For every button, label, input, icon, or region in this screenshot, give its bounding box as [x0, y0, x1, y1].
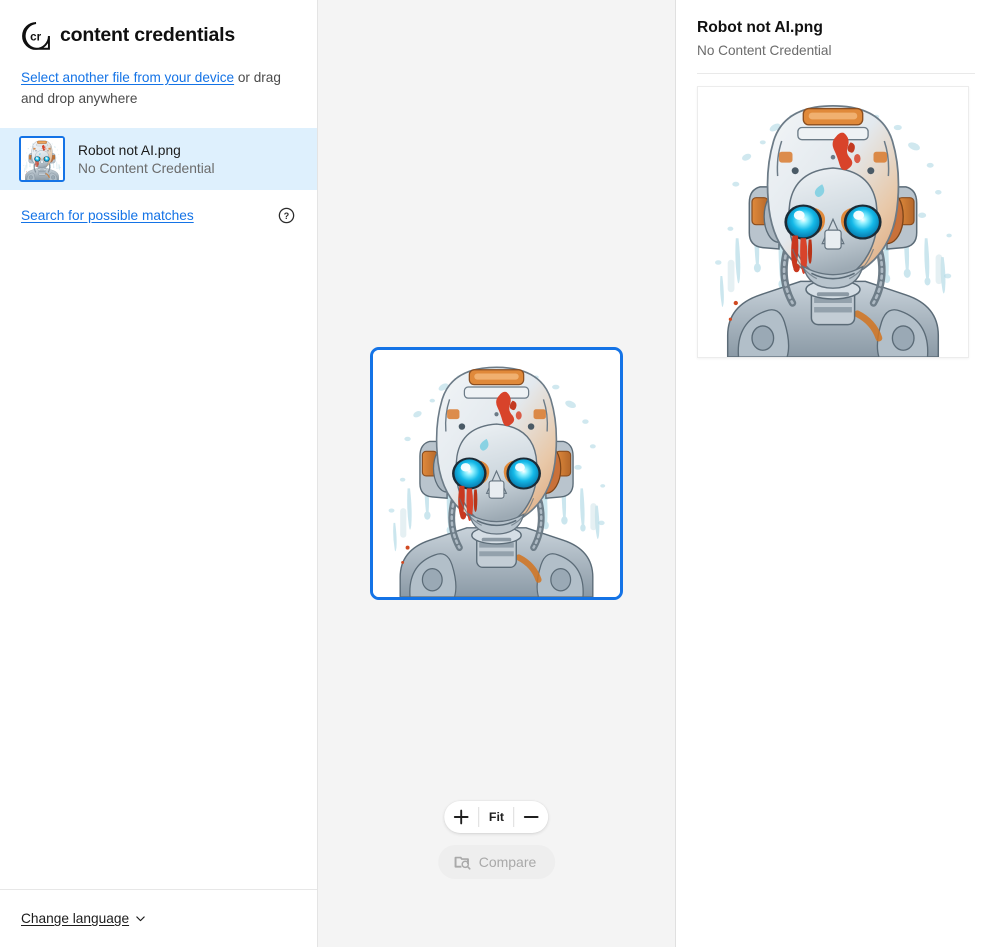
details-panel: Robot not AI.png No Content Credential: [676, 0, 995, 947]
minus-icon: [524, 816, 539, 818]
content-credentials-cr-icon: cr: [22, 22, 50, 50]
compare-button[interactable]: Compare: [437, 845, 556, 879]
zoom-fit-button[interactable]: Fit: [480, 801, 514, 833]
svg-text:?: ?: [284, 211, 289, 221]
zoom-control-pill: Fit: [444, 801, 549, 833]
robot-thumbnail-icon: [21, 138, 64, 181]
compare-label: Compare: [478, 854, 537, 870]
change-language-button[interactable]: Change language: [21, 911, 146, 926]
details-image[interactable]: [697, 86, 969, 358]
file-thumbnail[interactable]: [19, 136, 65, 182]
zoom-out-button[interactable]: [515, 801, 549, 833]
brand-title: content credentials: [60, 24, 235, 47]
zoom-in-button[interactable]: [445, 801, 479, 833]
search-matches-row: Search for possible matches ?: [0, 190, 317, 224]
image-viewer-canvas[interactable]: Fit Compare: [318, 0, 676, 947]
viewer-selected-image[interactable]: [370, 347, 623, 600]
file-name: Robot not AI.png: [78, 142, 181, 158]
change-language-label: Change language: [21, 911, 130, 926]
viewer-controls: Fit Compare: [437, 801, 556, 879]
image-search-icon: [454, 856, 471, 870]
select-file-link[interactable]: Select another file from your device: [21, 70, 234, 85]
details-divider: [697, 73, 975, 74]
svg-text:cr: cr: [30, 31, 41, 44]
robot-detail-image: [698, 87, 968, 357]
sidebar: cr content credentials Select another fi…: [0, 0, 318, 947]
search-possible-matches-link[interactable]: Search for possible matches: [21, 208, 194, 223]
sidebar-footer: Change language: [0, 889, 317, 947]
file-list-item[interactable]: Robot not AI.png No Content Credential: [0, 128, 317, 190]
plus-icon: [454, 809, 469, 825]
content-credentials-app: cr content credentials Select another fi…: [0, 0, 995, 947]
chevron-down-icon: [136, 916, 145, 922]
file-meta: Robot not AI.png No Content Credential: [78, 142, 215, 177]
brand-header: cr content credentials: [0, 0, 317, 54]
file-credential-status: No Content Credential: [78, 160, 215, 176]
details-credential-status: No Content Credential: [697, 43, 832, 58]
details-header: Robot not AI.png No Content Credential: [676, 0, 995, 61]
details-title: Robot not AI.png: [697, 19, 823, 36]
question-circle-icon[interactable]: ?: [278, 207, 295, 224]
upload-instruction: Select another file from your device or …: [0, 54, 317, 109]
robot-preview-image: [373, 350, 620, 597]
